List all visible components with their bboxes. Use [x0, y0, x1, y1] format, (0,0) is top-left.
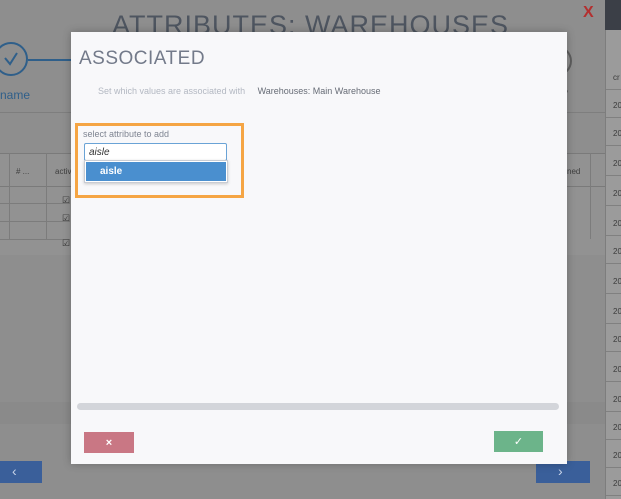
right-column-cell: 20	[606, 180, 621, 206]
right-panel-header	[605, 0, 621, 30]
right-column-cell: 20	[606, 92, 621, 118]
right-column-cell: 20	[606, 268, 621, 294]
chevron-left-icon: ‹	[12, 463, 17, 479]
dialog-title: ASSOCIATED	[79, 48, 206, 69]
confirm-button[interactable]: ✓	[494, 431, 543, 452]
association-info: Set which values are associated with War…	[98, 86, 380, 96]
right-column-cell: 20	[606, 386, 621, 412]
association-target: Warehouses: Main Warehouse	[257, 86, 381, 96]
attribute-search-input[interactable]	[84, 143, 227, 161]
step-left-label: name	[0, 88, 31, 102]
attribute-suggestions: aisle	[84, 160, 228, 183]
chevron-right-icon: ›	[558, 463, 563, 479]
table-row	[0, 187, 70, 204]
horizontal-scrollbar[interactable]	[77, 403, 559, 410]
step-connector	[28, 59, 74, 61]
column-header-active: activ	[55, 167, 72, 176]
associated-dialog: ASSOCIATED Set which values are associat…	[71, 32, 567, 464]
column-header-ned: ned	[567, 167, 581, 176]
column-divider	[590, 153, 591, 239]
step-check-icon	[0, 42, 28, 76]
right-column-cell: 20	[606, 442, 621, 468]
table-row	[0, 223, 70, 240]
right-column-cell: 20	[606, 210, 621, 236]
background-close-button[interactable]: X	[583, 4, 594, 22]
right-column-header: cr	[606, 64, 621, 90]
right-column-cell: 20	[606, 414, 621, 440]
suggestion-option[interactable]: aisle	[86, 162, 226, 181]
prev-page-button[interactable]: ‹	[0, 461, 42, 483]
right-column-cell: 20	[606, 470, 621, 496]
right-column-cell: 20	[606, 326, 621, 352]
attribute-field-label: select attribute to add	[83, 129, 170, 139]
right-column-cell: 20	[606, 356, 621, 382]
cancel-button[interactable]: ×	[84, 432, 134, 453]
right-column-cell: 20	[606, 298, 621, 324]
association-label: Set which values are associated with	[98, 86, 246, 96]
checkbox-icon[interactable]: ☑	[62, 195, 70, 206]
table-row	[0, 205, 70, 222]
checkbox-icon[interactable]: ☑	[62, 213, 70, 224]
right-column-cell: 20	[606, 150, 621, 176]
checkbox-icon[interactable]: ☑	[62, 238, 70, 249]
next-page-button[interactable]: ›	[536, 461, 590, 483]
right-column-cell: 20	[606, 120, 621, 146]
column-header-number: # ...	[16, 167, 30, 176]
right-column-cell: 20	[606, 238, 621, 264]
